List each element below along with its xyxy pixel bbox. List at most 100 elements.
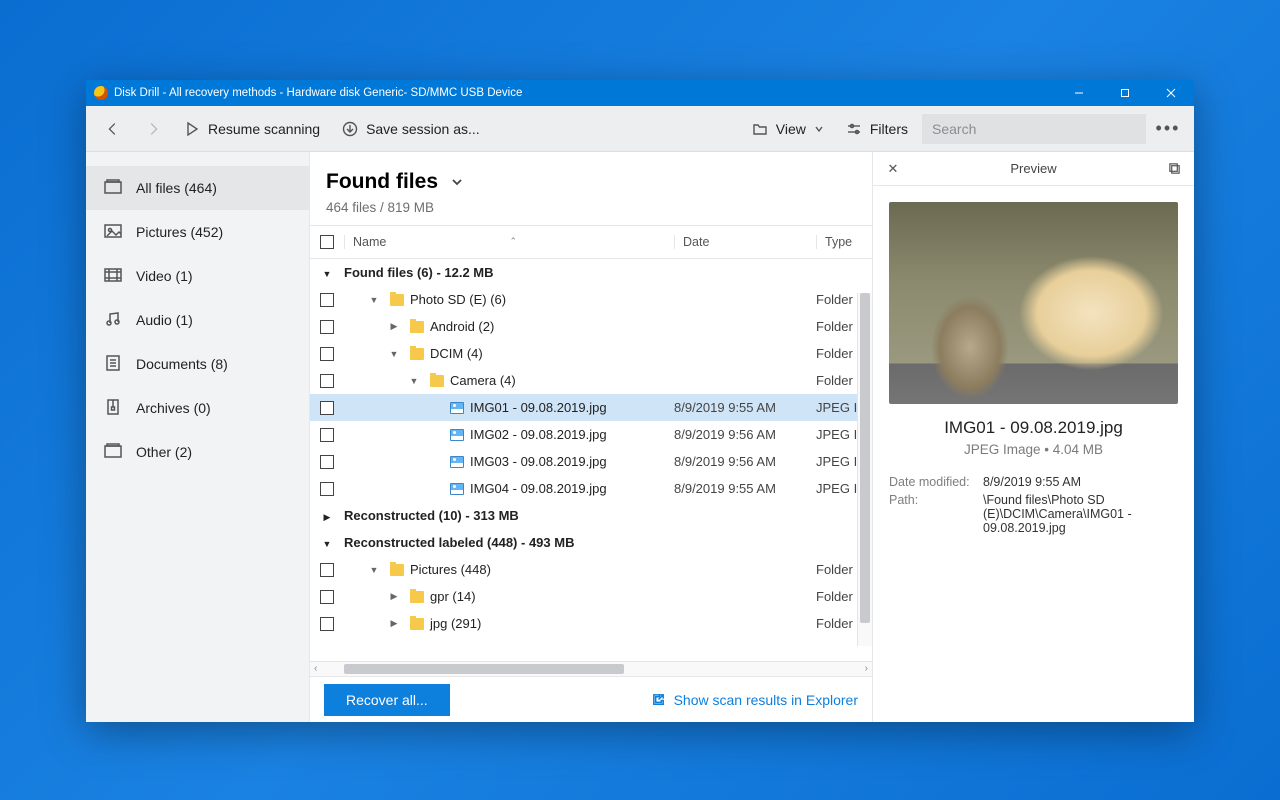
sidebar-item[interactable]: Documents (8) xyxy=(86,342,309,386)
row-date: 8/9/2019 9:55 AM xyxy=(674,400,816,415)
horizontal-scrollbar[interactable]: ‹ › xyxy=(310,661,872,676)
back-button[interactable] xyxy=(96,115,130,143)
row-date: 8/9/2019 9:55 AM xyxy=(674,481,816,496)
group-row[interactable]: Found files (6) - 12.2 MB xyxy=(310,259,872,286)
sidebar-item-label: Video (1) xyxy=(136,268,193,284)
expand-caret-icon[interactable] xyxy=(364,295,384,305)
row-date: 8/9/2019 9:56 AM xyxy=(674,427,816,442)
row-checkbox[interactable] xyxy=(320,482,334,496)
column-name[interactable]: Name⌃ xyxy=(344,235,674,249)
recover-all-button[interactable]: Recover all... xyxy=(324,684,450,716)
folder-row[interactable]: Android (2)Folder xyxy=(310,313,872,340)
preview-file-name: IMG01 - 09.08.2019.jpg xyxy=(873,418,1194,438)
page-subtitle: 464 files / 819 MB xyxy=(326,200,856,215)
resume-scanning-button[interactable]: Resume scanning xyxy=(176,116,328,142)
search-placeholder: Search xyxy=(932,121,976,137)
row-checkbox[interactable] xyxy=(320,401,334,415)
more-button[interactable]: ••• xyxy=(1152,118,1184,139)
file-list: Found files (6) - 12.2 MB Photo SD (E) (6… xyxy=(310,259,872,661)
aud-icon xyxy=(104,311,122,330)
expand-caret-icon[interactable] xyxy=(384,591,404,602)
folder-icon xyxy=(390,564,404,576)
row-checkbox[interactable] xyxy=(320,374,334,388)
file-row[interactable]: IMG03 - 09.08.2019.jpg8/9/2019 9:56 AMJP… xyxy=(310,448,872,475)
folder-icon xyxy=(410,591,424,603)
expand-caret-icon[interactable] xyxy=(324,508,331,523)
sidebar-item[interactable]: Pictures (452) xyxy=(86,210,309,254)
row-checkbox[interactable] xyxy=(320,455,334,469)
sidebar-item-label: Audio (1) xyxy=(136,312,193,328)
filters-button[interactable]: Filters xyxy=(838,116,916,142)
chevron-down-icon xyxy=(450,175,464,189)
row-checkbox[interactable] xyxy=(320,563,334,577)
file-row[interactable]: IMG02 - 09.08.2019.jpg8/9/2019 9:56 AMJP… xyxy=(310,421,872,448)
forward-button[interactable] xyxy=(136,115,170,143)
preview-copy-button[interactable] xyxy=(1164,162,1184,175)
file-row[interactable]: IMG01 - 09.08.2019.jpg8/9/2019 9:55 AMJP… xyxy=(310,394,872,421)
row-name: Found files (6) - 12.2 MB xyxy=(344,265,494,280)
resume-label: Resume scanning xyxy=(208,121,320,137)
row-name: Camera (4) xyxy=(450,373,516,388)
save-session-button[interactable]: Save session as... xyxy=(334,116,488,142)
expand-caret-icon[interactable] xyxy=(323,265,332,280)
row-checkbox[interactable] xyxy=(320,293,334,307)
row-checkbox[interactable] xyxy=(320,347,334,361)
vid-icon xyxy=(104,267,122,286)
pic-icon xyxy=(104,223,122,242)
row-checkbox[interactable] xyxy=(320,590,334,604)
row-name: DCIM (4) xyxy=(430,346,483,361)
sidebar-item-label: All files (464) xyxy=(136,180,217,196)
expand-caret-icon[interactable] xyxy=(384,349,404,359)
expand-caret-icon[interactable] xyxy=(384,321,404,332)
folder-row[interactable]: Photo SD (E) (6)Folder xyxy=(310,286,872,313)
row-name: IMG01 - 09.08.2019.jpg xyxy=(470,400,607,415)
preview-panel: ✕ Preview IMG01 - 09.08.2019.jpg JPEG Im… xyxy=(872,152,1194,722)
maximize-button[interactable] xyxy=(1102,80,1148,106)
sidebar-item-label: Archives (0) xyxy=(136,400,211,416)
row-date: 8/9/2019 9:56 AM xyxy=(674,454,816,469)
toolbar: Resume scanning Save session as... View … xyxy=(86,106,1194,152)
sidebar-item[interactable]: Archives (0) xyxy=(86,386,309,430)
table-header: Name⌃ Date Type xyxy=(310,225,872,259)
column-type[interactable]: Type xyxy=(816,235,872,249)
search-input[interactable]: Search xyxy=(922,114,1146,144)
preview-date-value: 8/9/2019 9:55 AM xyxy=(983,475,1178,489)
all-icon xyxy=(104,179,122,198)
group-row[interactable]: Reconstructed labeled (448) - 493 MB xyxy=(310,529,872,556)
preview-close-button[interactable]: ✕ xyxy=(883,161,903,177)
folder-row[interactable]: Camera (4)Folder xyxy=(310,367,872,394)
minimize-button[interactable] xyxy=(1056,80,1102,106)
column-date[interactable]: Date xyxy=(674,235,816,249)
sliders-icon xyxy=(846,121,862,137)
expand-caret-icon[interactable] xyxy=(404,376,424,386)
view-dropdown[interactable]: View xyxy=(744,116,832,142)
row-checkbox[interactable] xyxy=(320,428,334,442)
copy-icon xyxy=(1168,162,1181,175)
expand-caret-icon[interactable] xyxy=(384,618,404,629)
row-checkbox[interactable] xyxy=(320,617,334,631)
file-row[interactable]: IMG04 - 09.08.2019.jpg8/9/2019 9:55 AMJP… xyxy=(310,475,872,502)
preview-date-label: Date modified: xyxy=(889,475,983,489)
select-all-checkbox[interactable] xyxy=(310,235,344,249)
titlebar: Disk Drill - All recovery methods - Hard… xyxy=(86,80,1194,106)
sidebar-item[interactable]: Other (2) xyxy=(86,430,309,474)
expand-caret-icon[interactable] xyxy=(364,565,384,575)
folder-row[interactable]: gpr (14)Folder xyxy=(310,583,872,610)
row-checkbox[interactable] xyxy=(320,320,334,334)
row-name: Photo SD (E) (6) xyxy=(410,292,506,307)
sidebar-item[interactable]: All files (464) xyxy=(86,166,309,210)
expand-caret-icon[interactable] xyxy=(323,535,332,550)
close-button[interactable] xyxy=(1148,80,1194,106)
page-title[interactable]: Found files xyxy=(326,170,856,194)
group-row[interactable]: Reconstructed (10) - 313 MB xyxy=(310,502,872,529)
row-name: Android (2) xyxy=(430,319,494,334)
sidebar-item[interactable]: Video (1) xyxy=(86,254,309,298)
vertical-scrollbar[interactable] xyxy=(857,293,872,646)
folder-row[interactable]: DCIM (4)Folder xyxy=(310,340,872,367)
window-buttons xyxy=(1056,80,1194,106)
folder-row[interactable]: jpg (291)Folder xyxy=(310,610,872,637)
folder-row[interactable]: Pictures (448)Folder xyxy=(310,556,872,583)
sidebar-item[interactable]: Audio (1) xyxy=(86,298,309,342)
play-icon xyxy=(184,121,200,137)
show-in-explorer-link[interactable]: Show scan results in Explorer xyxy=(651,692,858,708)
